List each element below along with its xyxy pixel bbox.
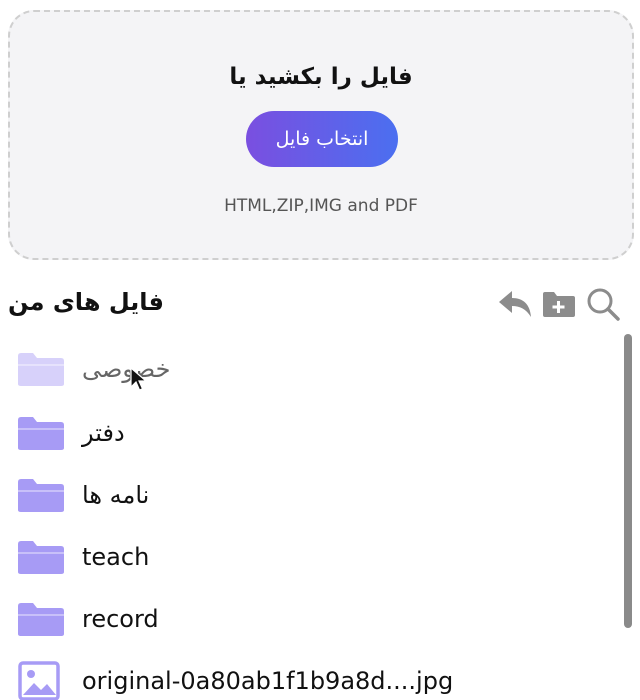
new-folder-icon[interactable]	[540, 287, 578, 321]
list-item[interactable]: original-0a80ab1f1b9a8d....jpg	[16, 656, 453, 700]
folder-icon	[16, 597, 68, 641]
upload-dropzone[interactable]: فایل را بکشید یا انتخاب فایل HTML,ZIP,IM…	[8, 10, 634, 260]
my-files-title: فایل های من	[8, 288, 164, 316]
mouse-cursor-icon	[130, 366, 148, 397]
file-list: خصوصی دفتر نامه ها teach record original…	[0, 336, 620, 700]
scrollbar[interactable]	[624, 334, 632, 628]
list-item[interactable]: teach	[16, 532, 149, 582]
upload-title: فایل را بکشید یا	[229, 64, 413, 90]
folder-icon	[16, 347, 68, 391]
image-file-icon	[16, 659, 68, 700]
search-icon[interactable]	[584, 287, 622, 321]
back-icon[interactable]	[496, 287, 534, 321]
file-toolbar	[496, 286, 622, 322]
file-name: دفتر	[82, 419, 125, 447]
folder-icon	[16, 473, 68, 517]
folder-icon	[16, 535, 68, 579]
list-item[interactable]: record	[16, 594, 159, 644]
file-name: نامه ها	[82, 481, 150, 509]
list-item[interactable]: دفتر	[16, 408, 125, 458]
file-name: original-0a80ab1f1b9a8d....jpg	[82, 667, 454, 695]
folder-icon	[16, 411, 68, 455]
list-item[interactable]: نامه ها	[16, 470, 149, 520]
file-name: record	[82, 605, 159, 633]
choose-file-button[interactable]: انتخاب فایل	[246, 111, 398, 167]
file-name: خصوصی	[82, 355, 171, 383]
supported-formats: HTML,ZIP,IMG and PDF	[224, 196, 418, 216]
file-name: teach	[82, 543, 150, 571]
